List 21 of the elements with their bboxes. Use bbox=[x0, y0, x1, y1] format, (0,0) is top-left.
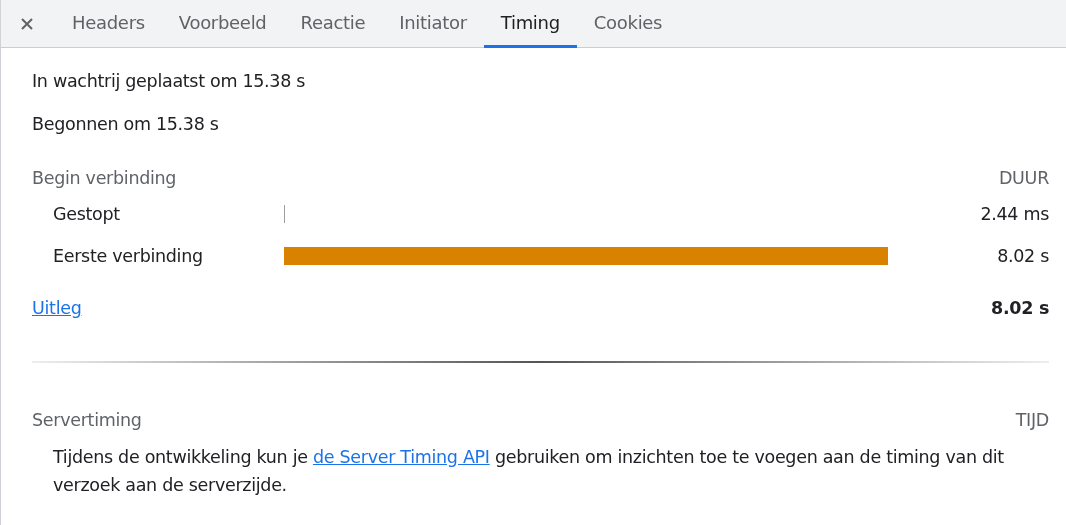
timing-label: Eerste verbinding bbox=[52, 246, 204, 266]
close-icon[interactable] bbox=[21, 17, 33, 30]
info-text: Begonnen om 15.38 s bbox=[32, 113, 220, 136]
column-header: TIJD bbox=[1015, 409, 1049, 432]
tab[interactable]: Reactie bbox=[283, 0, 383, 48]
column-header: DUUR bbox=[998, 167, 1049, 190]
info-text: In wachtrij geplaatst om 15.38 s bbox=[32, 70, 307, 93]
tab[interactable]: Cookies bbox=[576, 0, 680, 48]
section-title: Servertiming bbox=[32, 409, 142, 432]
explanation-link[interactable]: Uitleg bbox=[32, 298, 82, 318]
tab[interactable]: Timing bbox=[483, 0, 577, 48]
timing-value: 2.44 ms bbox=[979, 204, 1049, 224]
tab[interactable]: Voorbeeld bbox=[161, 0, 284, 48]
total-duration: 8.02 s bbox=[991, 298, 1049, 318]
tab[interactable]: Initiator bbox=[382, 0, 484, 48]
server-timing-api-link[interactable]: de Server Timing API bbox=[312, 447, 490, 467]
server-timing-description: Tijdens de ontwikkeling kun je de Server Timing API gebruiken om inzichten toe te voegen aan de timing van dit verzoek aan de serverzijde. bbox=[53, 446, 1005, 497]
timing-value: 8.02 s bbox=[996, 246, 1049, 266]
section-title: Begin verbinding bbox=[32, 167, 177, 190]
tab[interactable]: Headers bbox=[55, 0, 162, 48]
timing-label: Gestopt bbox=[52, 204, 121, 224]
